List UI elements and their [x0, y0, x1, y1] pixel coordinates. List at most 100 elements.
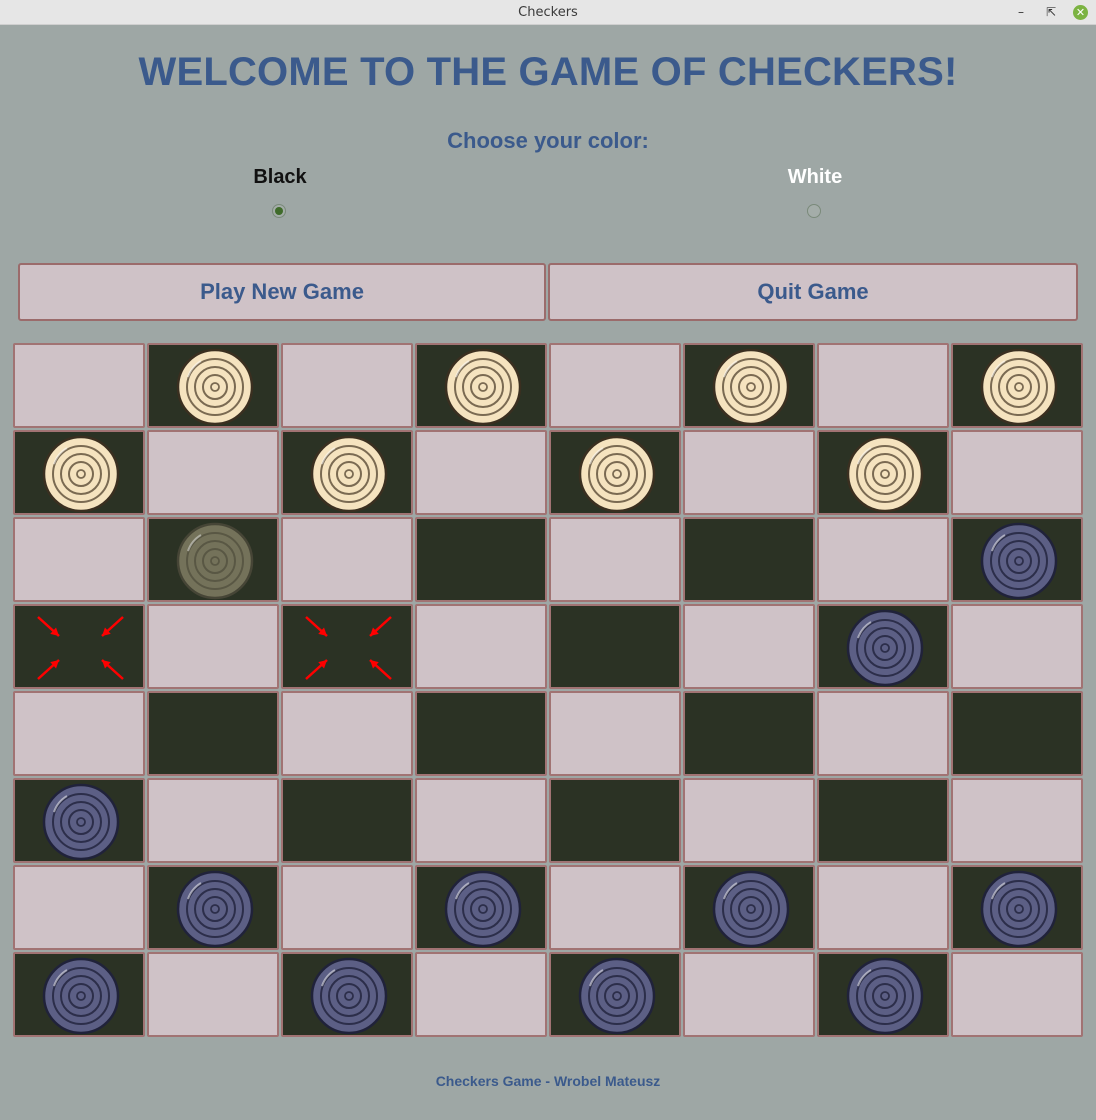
board-square[interactable]: [415, 778, 547, 863]
board-square[interactable]: [817, 517, 949, 602]
board-square[interactable]: [683, 691, 815, 776]
board-square[interactable]: [951, 604, 1083, 689]
board-square[interactable]: [415, 343, 547, 428]
board-square[interactable]: [683, 604, 815, 689]
board-square[interactable]: [683, 952, 815, 1037]
close-icon[interactable]: ✕: [1073, 5, 1088, 20]
board-square[interactable]: [951, 430, 1083, 515]
black-piece[interactable]: [309, 956, 389, 1036]
board-square[interactable]: [683, 430, 815, 515]
board-square[interactable]: [415, 517, 547, 602]
board-square[interactable]: [281, 604, 413, 689]
board-square[interactable]: [549, 865, 681, 950]
board-square[interactable]: [549, 517, 681, 602]
board-square[interactable]: [549, 430, 681, 515]
board-square[interactable]: [951, 952, 1083, 1037]
black-piece[interactable]: [845, 608, 925, 688]
board-square[interactable]: [951, 691, 1083, 776]
quit-game-button[interactable]: Quit Game: [548, 263, 1078, 321]
board-square[interactable]: [683, 778, 815, 863]
black-piece[interactable]: [41, 956, 121, 1036]
radio-black[interactable]: [272, 204, 286, 218]
window-title: Checkers: [518, 5, 578, 20]
white-piece[interactable]: [443, 347, 523, 427]
board-square[interactable]: [415, 430, 547, 515]
white-piece[interactable]: [711, 347, 791, 427]
board-square[interactable]: [549, 343, 681, 428]
color-option-white-label: White: [787, 166, 843, 188]
black-piece[interactable]: [41, 782, 121, 862]
board-square[interactable]: [415, 604, 547, 689]
white-piece[interactable]: [979, 347, 1059, 427]
board-square[interactable]: [147, 952, 279, 1037]
board-square[interactable]: [281, 952, 413, 1037]
board-square[interactable]: [281, 430, 413, 515]
window-titlebar: Checkers – ⇱ ✕: [0, 0, 1096, 25]
board-square[interactable]: [817, 865, 949, 950]
board-square[interactable]: [13, 517, 145, 602]
board-square[interactable]: [817, 343, 949, 428]
white-piece[interactable]: [41, 434, 121, 514]
board-square[interactable]: [951, 517, 1083, 602]
play-new-game-button[interactable]: Play New Game: [18, 263, 546, 321]
board-square[interactable]: [281, 343, 413, 428]
board-square[interactable]: [13, 865, 145, 950]
selected-white-piece[interactable]: [175, 521, 255, 601]
board-square[interactable]: [817, 952, 949, 1037]
board-square[interactable]: [951, 778, 1083, 863]
board-square[interactable]: [147, 517, 279, 602]
board-square[interactable]: [683, 343, 815, 428]
minimize-icon[interactable]: –: [1013, 4, 1029, 20]
board-square[interactable]: [147, 343, 279, 428]
maximize-icon[interactable]: ⇱: [1043, 4, 1059, 20]
board-square[interactable]: [147, 604, 279, 689]
board-square[interactable]: [13, 778, 145, 863]
board-square[interactable]: [817, 691, 949, 776]
board-square[interactable]: [281, 865, 413, 950]
black-piece[interactable]: [175, 869, 255, 949]
color-option-white[interactable]: White: [715, 166, 915, 218]
color-option-black[interactable]: Black: [180, 166, 380, 218]
board-square[interactable]: [549, 952, 681, 1037]
black-piece[interactable]: [443, 869, 523, 949]
board-square[interactable]: [549, 778, 681, 863]
move-target-arrows-icon[interactable]: [301, 612, 397, 684]
white-piece[interactable]: [845, 434, 925, 514]
board-square[interactable]: [281, 778, 413, 863]
board-square[interactable]: [13, 604, 145, 689]
board-square[interactable]: [13, 430, 145, 515]
white-piece[interactable]: [309, 434, 389, 514]
board-square[interactable]: [683, 517, 815, 602]
board-square[interactable]: [281, 691, 413, 776]
board-square[interactable]: [13, 691, 145, 776]
page-title: WELCOME TO THE GAME OF CHECKERS!: [138, 50, 958, 94]
color-prompt: Choose your color:: [447, 128, 649, 153]
board-square[interactable]: [147, 430, 279, 515]
black-piece[interactable]: [577, 956, 657, 1036]
board-square[interactable]: [817, 778, 949, 863]
black-piece[interactable]: [845, 956, 925, 1036]
white-piece[interactable]: [577, 434, 657, 514]
board-square[interactable]: [549, 691, 681, 776]
board-square[interactable]: [147, 691, 279, 776]
board-square[interactable]: [951, 865, 1083, 950]
board-square[interactable]: [281, 517, 413, 602]
board-square[interactable]: [817, 430, 949, 515]
board-square[interactable]: [415, 865, 547, 950]
move-target-arrows-icon[interactable]: [33, 612, 129, 684]
board-square[interactable]: [549, 604, 681, 689]
board-square[interactable]: [415, 691, 547, 776]
white-piece[interactable]: [175, 347, 255, 427]
board-square[interactable]: [13, 952, 145, 1037]
black-piece[interactable]: [711, 869, 791, 949]
black-piece[interactable]: [979, 869, 1059, 949]
radio-white[interactable]: [807, 204, 821, 218]
board-square[interactable]: [415, 952, 547, 1037]
board-square[interactable]: [683, 865, 815, 950]
board-square[interactable]: [13, 343, 145, 428]
board-square[interactable]: [147, 778, 279, 863]
board-square[interactable]: [951, 343, 1083, 428]
black-piece[interactable]: [979, 521, 1059, 601]
board-square[interactable]: [817, 604, 949, 689]
board-square[interactable]: [147, 865, 279, 950]
